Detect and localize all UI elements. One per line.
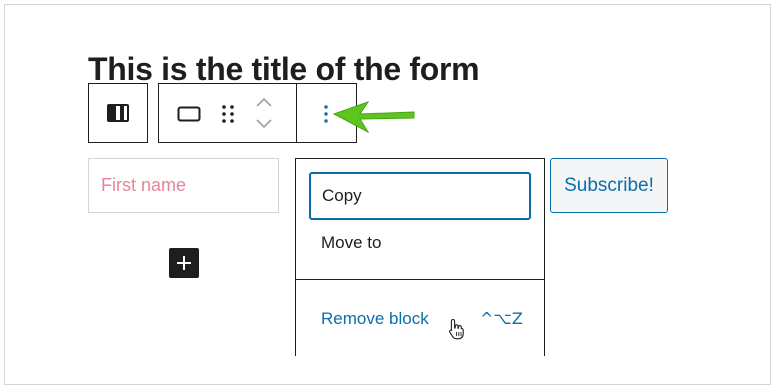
chevron-up-icon <box>256 97 272 107</box>
align-wide-icon <box>177 106 201 122</box>
annotation-arrow-icon <box>332 101 415 134</box>
menu-item-move-to-label: Move to <box>321 233 382 252</box>
menu-item-copy[interactable]: Copy <box>309 172 531 220</box>
plus-icon <box>177 256 191 270</box>
remove-block-shortcut: ^⌥Z <box>480 309 523 328</box>
toolbar-divider <box>296 84 297 142</box>
drag-handle[interactable] <box>214 94 242 134</box>
menu-divider <box>296 279 544 280</box>
drag-handle-icon <box>222 105 234 123</box>
block-split-icon <box>107 104 129 122</box>
block-options-menu: Copy Move to Remove block ^⌥Z <box>295 158 545 356</box>
subscribe-button[interactable]: Subscribe! <box>550 158 668 213</box>
move-up-button[interactable] <box>249 92 279 112</box>
menu-item-move-to[interactable]: Move to <box>321 231 381 255</box>
menu-item-copy-label: Copy <box>322 186 362 205</box>
chevron-down-icon <box>256 119 272 129</box>
align-button[interactable] <box>169 94 209 134</box>
more-vertical-icon <box>324 105 328 123</box>
hand-pointer-icon <box>449 318 464 340</box>
add-block-button[interactable] <box>169 248 199 278</box>
first-name-placeholder: First name <box>101 175 187 195</box>
block-type-button[interactable] <box>89 84 147 142</box>
subscribe-label: Subscribe! <box>564 174 654 196</box>
block-toolbar-type-group <box>88 83 148 143</box>
menu-item-remove-block[interactable]: Remove block <box>321 307 429 331</box>
move-down-button[interactable] <box>249 114 279 134</box>
block-toolbar-main-group <box>158 83 357 143</box>
menu-item-remove-block-label: Remove block <box>321 309 429 328</box>
first-name-field[interactable]: First name <box>88 158 279 213</box>
